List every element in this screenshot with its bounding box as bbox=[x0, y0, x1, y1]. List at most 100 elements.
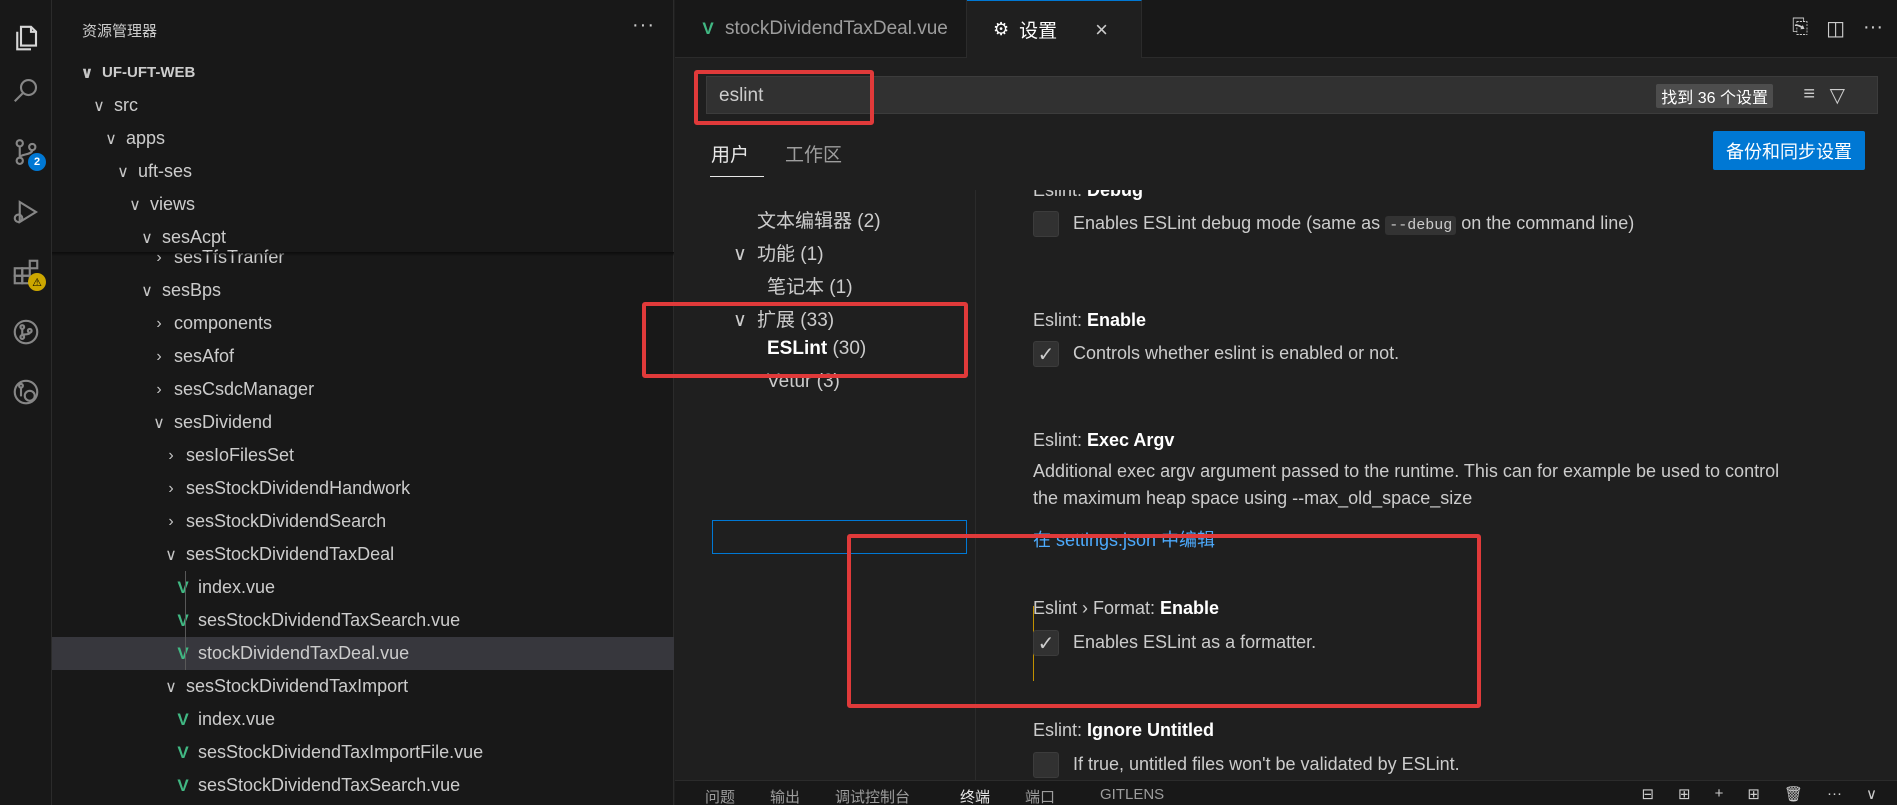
folder-item[interactable]: ∨ sesBps bbox=[52, 274, 674, 307]
chevron-down-icon: ∨ bbox=[141, 282, 153, 300]
tab-label: stockDividendTaxDeal.vue bbox=[725, 18, 948, 39]
explorer-icon[interactable] bbox=[0, 14, 52, 62]
chevron-right-icon: › bbox=[156, 380, 162, 398]
open-settings-json-icon[interactable]: ⎘ bbox=[1792, 16, 1808, 41]
folder-item[interactable]: › sesCsdcManager bbox=[52, 373, 674, 406]
folder-item[interactable]: › sesStockDividendSearch bbox=[52, 505, 674, 538]
source-control-icon[interactable]: 2 bbox=[0, 128, 52, 176]
tab-settings[interactable]: ⚙ 设置 × bbox=[967, 0, 1142, 58]
checkbox-ignore-untitled[interactable] bbox=[1033, 752, 1059, 778]
folder-item[interactable]: ∨ sesStockDividendTaxDeal bbox=[52, 538, 674, 571]
indent-guide bbox=[185, 571, 186, 670]
chevron-down-icon: ∨ bbox=[93, 97, 105, 115]
file-item[interactable]: VsesStockDividendTaxSearch.vue bbox=[52, 769, 674, 802]
bottom-panel-tabs: 问题 输出 调试控制台 终端 端口 GITLENS ⊟ ⊞ + ⊞ 🗑 ··· … bbox=[675, 780, 1897, 805]
close-icon[interactable]: × bbox=[1095, 17, 1108, 43]
folder-item[interactable]: ∨ apps bbox=[52, 122, 674, 155]
panel-tab-ports[interactable]: 端口 bbox=[1025, 786, 1055, 805]
file-item[interactable]: Vindex.vue bbox=[52, 571, 674, 604]
vue-file-icon: V bbox=[177, 775, 189, 795]
setting-title-ignore-untitled: Eslint: Ignore Untitled bbox=[1033, 720, 1215, 740]
checkbox-enable[interactable]: ✓ bbox=[1033, 341, 1059, 367]
layout-icon[interactable]: ⊞ bbox=[1747, 785, 1760, 803]
tree-item-label: index.vue bbox=[198, 709, 276, 729]
toc-item-text-editor[interactable]: 文本编辑器 (2) bbox=[757, 206, 881, 233]
folder-item[interactable]: › sesTfsTranfer bbox=[52, 241, 674, 274]
vue-file-icon: V bbox=[702, 19, 714, 38]
folder-item[interactable]: › sesStockDividendHandwork bbox=[52, 472, 674, 505]
folder-item[interactable]: ∨ uft-ses bbox=[52, 155, 674, 188]
tab-user-scope[interactable]: 用户 bbox=[711, 140, 749, 167]
chevron-down-icon: ∨ bbox=[129, 196, 141, 214]
tree-item-label: uft-ses bbox=[138, 161, 193, 181]
folder-item[interactable]: ∨ sesStockDividendTaxImport bbox=[52, 670, 674, 703]
panel-tab-problems[interactable]: 问题 bbox=[705, 786, 735, 805]
clear-filter-icon[interactable]: ≡ bbox=[1803, 83, 1815, 106]
chevron-down-icon: ∨ bbox=[733, 244, 747, 265]
filter-icon[interactable]: ▽ bbox=[1830, 83, 1845, 108]
chevron-down-icon: ∨ bbox=[105, 130, 117, 148]
folder-item[interactable]: ∨ sesDividend bbox=[52, 406, 674, 439]
folder-item[interactable]: ∨ UF-UFT-WEB bbox=[52, 56, 674, 89]
panel-tab-terminal[interactable]: 终端 bbox=[960, 786, 990, 805]
remote-explorer-icon[interactable] bbox=[0, 368, 52, 416]
backup-sync-button[interactable]: 备份和同步设置 bbox=[1713, 131, 1865, 170]
vue-file-icon: V bbox=[177, 610, 189, 630]
vue-file-icon: V bbox=[177, 742, 189, 762]
tree-item-label: sesStockDividendTaxDeal bbox=[186, 544, 395, 564]
trash-icon[interactable]: 🗑 bbox=[1784, 785, 1803, 803]
vscode-window: 2 ⚠ 资源管理器 ··· ∨ UF-UFT-WEB ∨ src ∨ apps ∨ uft-s… bbox=[0, 0, 1897, 805]
folder-item[interactable]: ∨ src bbox=[52, 89, 674, 122]
more-actions-icon[interactable]: ··· bbox=[1863, 16, 1883, 41]
vue-file-icon: V bbox=[177, 577, 189, 597]
activity-bar: 2 ⚠ bbox=[0, 0, 52, 805]
tree-item-label: sesStockDividendHandwork bbox=[186, 478, 411, 498]
extensions-icon[interactable]: ⚠ bbox=[0, 248, 52, 296]
tree-item-label: components bbox=[174, 313, 273, 333]
chevron-right-icon: › bbox=[156, 314, 162, 332]
toc-item-notebook[interactable]: 笔记本 (1) bbox=[767, 272, 853, 299]
panel-tab-debug-console[interactable]: 调试控制台 bbox=[835, 786, 910, 805]
file-item[interactable]: Vindex.vue bbox=[52, 703, 674, 736]
folder-item[interactable]: › sesAfof bbox=[52, 340, 674, 373]
add-icon[interactable]: + bbox=[1715, 785, 1724, 803]
split-editor-icon[interactable]: ◫ bbox=[1826, 16, 1845, 41]
git-graph-icon[interactable] bbox=[0, 308, 52, 356]
tree-item-label: index.vue bbox=[198, 577, 276, 597]
search-icon[interactable] bbox=[0, 66, 52, 114]
tree-item-label: sesDividend bbox=[174, 412, 273, 432]
chevron-right-icon: › bbox=[156, 347, 162, 365]
checkbox-debug[interactable] bbox=[1033, 211, 1059, 237]
setting-desc-debug: Enables ESLint debug mode (same as --deb… bbox=[1073, 213, 1635, 235]
file-item[interactable]: VsesStockDividendTaxImportFile.vue bbox=[52, 736, 674, 769]
tree-item-label: sesTfsTranfer bbox=[174, 247, 285, 267]
setting-desc-ignore-untitled: If true, untitled files won't be validat… bbox=[1073, 754, 1460, 774]
tab-stock-dividend-tax-deal[interactable]: V stockDividendTaxDeal.vue bbox=[675, 0, 967, 58]
chevron-right-icon: › bbox=[168, 512, 174, 530]
extensions-warning-badge: ⚠ bbox=[28, 273, 46, 291]
tab-workspace-scope[interactable]: 工作区 bbox=[785, 140, 842, 167]
tree-item-label: sesIoFilesSet bbox=[186, 445, 295, 465]
tree-item-label: sesCsdcManager bbox=[174, 379, 315, 399]
more-actions-icon[interactable]: ··· bbox=[632, 14, 655, 37]
folder-item[interactable]: ∨ views bbox=[52, 188, 674, 221]
active-scope-underline bbox=[710, 176, 764, 177]
source-control-badge: 2 bbox=[28, 153, 46, 171]
toc-item-features[interactable]: ∨ 功能 (1) bbox=[733, 239, 824, 266]
new-terminal-icon[interactable]: ⊟ bbox=[1641, 785, 1654, 803]
split-terminal-icon[interactable]: ⊞ bbox=[1678, 785, 1691, 803]
file-item[interactable]: VstockDividendTaxDeal.vue bbox=[52, 637, 674, 670]
panel-tab-gitlens[interactable]: GITLENS bbox=[1100, 786, 1164, 803]
file-item[interactable]: VsesStockDividendTaxSearch.vue bbox=[52, 604, 674, 637]
run-debug-icon[interactable] bbox=[0, 188, 52, 236]
chevron-down-icon: ∨ bbox=[153, 414, 165, 432]
chevron-down-icon[interactable]: ∨ bbox=[1866, 785, 1877, 803]
panel-tab-output[interactable]: 输出 bbox=[770, 786, 800, 805]
tree-item-label: src bbox=[114, 95, 138, 115]
chevron-right-icon: › bbox=[168, 479, 174, 497]
folder-item[interactable]: › sesIoFilesSet bbox=[52, 439, 674, 472]
folder-item[interactable]: › components bbox=[52, 307, 674, 340]
tree-item-label: stockDividendTaxDeal.vue bbox=[198, 643, 410, 663]
tree-item-label: apps bbox=[126, 128, 166, 148]
more-actions-icon[interactable]: ··· bbox=[1827, 785, 1842, 803]
